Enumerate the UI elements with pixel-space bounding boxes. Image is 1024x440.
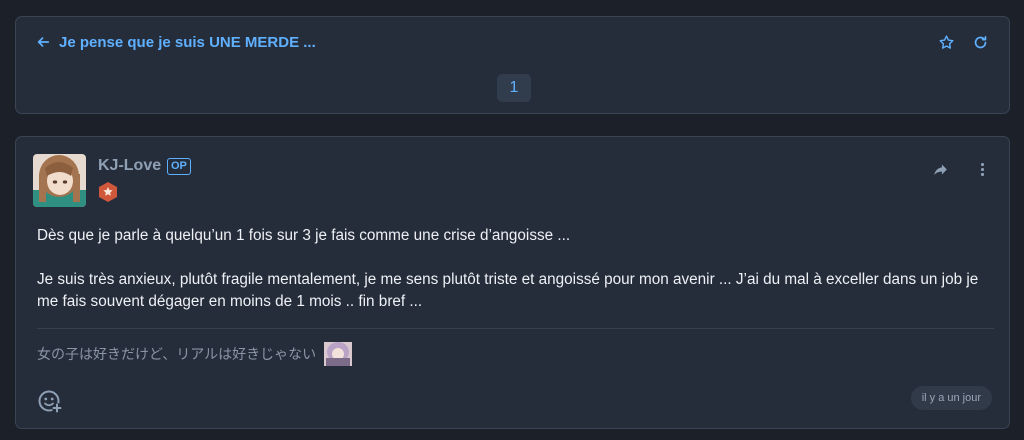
post-date[interactable]: il y a un jour	[910, 386, 992, 410]
arrow-left-icon	[36, 35, 50, 49]
star-icon[interactable]	[937, 33, 955, 51]
post-actions	[931, 160, 991, 178]
op-badge: OP	[167, 158, 191, 175]
refresh-icon[interactable]	[971, 33, 989, 51]
rank-badge-icon	[97, 181, 119, 203]
more-vertical-icon[interactable]	[973, 160, 991, 178]
topic-title: Je pense que je suis UNE MERDE ...	[59, 33, 316, 51]
signature-divider	[37, 328, 994, 329]
signature-image	[322, 340, 354, 368]
topic-header: Je pense que je suis UNE MERDE ...	[36, 30, 989, 54]
topic-actions	[937, 33, 989, 51]
page-button-current[interactable]: 1	[497, 74, 531, 102]
signature: 女の子は好きだけど、リアルは好きじゃない	[37, 340, 354, 368]
author-name[interactable]: KJ-Love	[98, 157, 161, 175]
add-reaction-icon[interactable]	[37, 388, 63, 414]
avatar[interactable]	[33, 154, 86, 207]
post-card: KJ-Love OP Dès que je parle à quelqu’un …	[15, 136, 1010, 429]
share-icon[interactable]	[931, 160, 949, 178]
topic-header-card: Je pense que je suis UNE MERDE ... 1	[15, 16, 1010, 114]
signature-text: 女の子は好きだけど、リアルは好きじゃない	[37, 346, 317, 362]
back-link[interactable]: Je pense que je suis UNE MERDE ...	[36, 34, 316, 51]
post-body: Dès que je parle à quelqu’un 1 fois sur …	[37, 225, 987, 335]
post-paragraph: Dès que je parle à quelqu’un 1 fois sur …	[37, 227, 571, 244]
post-paragraph: Je suis très anxieux, plutôt fragile men…	[37, 271, 979, 310]
